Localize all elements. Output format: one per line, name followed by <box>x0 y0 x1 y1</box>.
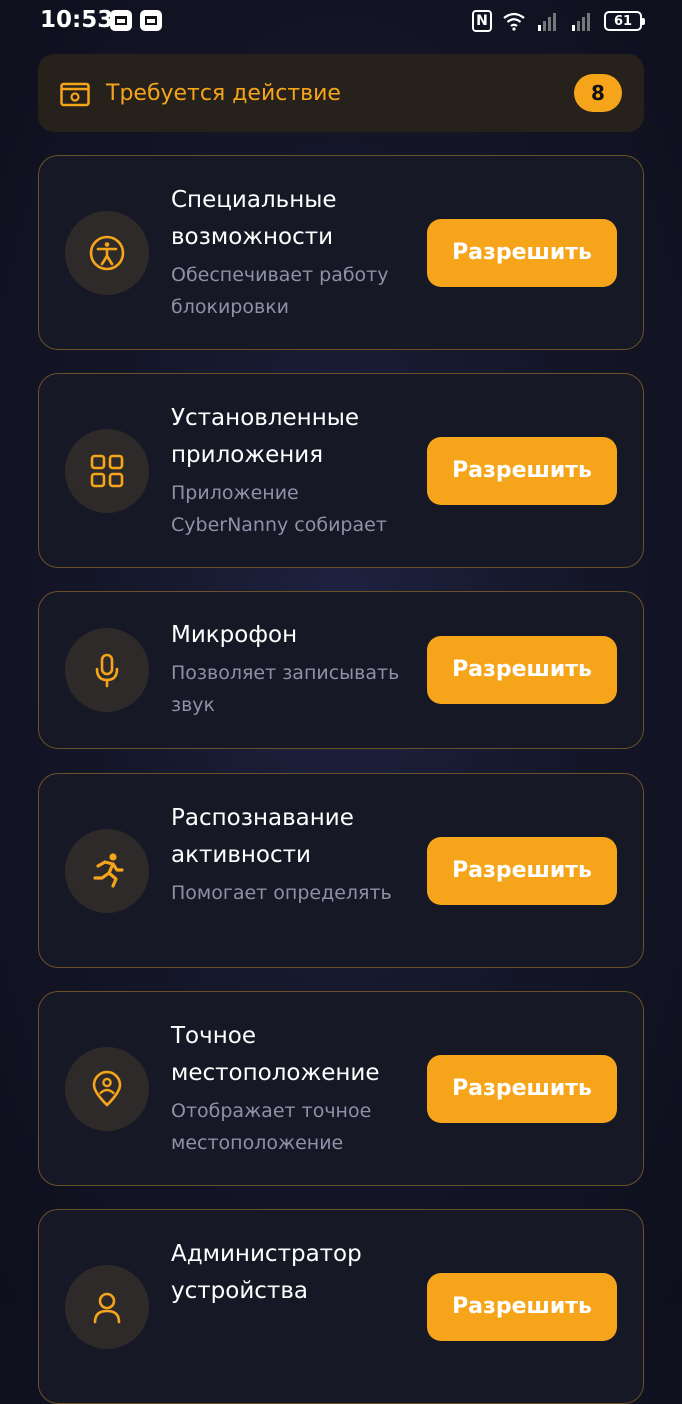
permission-title: Точное местоположение <box>171 1023 380 1086</box>
permission-text: Точное местоположение Отображает точное … <box>171 1018 416 1159</box>
permission-text: Специальные возможности Обеспечивает раб… <box>171 182 416 323</box>
permission-text: Микрофон Позволяет записывать звук <box>171 617 416 721</box>
permission-card-installed-apps: Установленные приложения Приложение Cybe… <box>38 373 644 568</box>
permission-title: Администратор устройства <box>171 1241 362 1304</box>
notification-app-icon <box>140 10 162 31</box>
allow-button[interactable]: Разрешить <box>427 837 617 905</box>
permission-title: Установленные приложения <box>171 405 360 468</box>
permission-description: Помогает определять <box>171 882 392 904</box>
location-person-icon <box>92 1070 122 1107</box>
permission-card-precise-location: Точное местоположение Отображает точное … <box>38 991 644 1186</box>
permission-card-microphone: Микрофон Позволяет записывать звук Разре… <box>38 591 644 749</box>
notification-box-icon <box>60 82 90 107</box>
allow-button[interactable]: Разрешить <box>427 1055 617 1123</box>
permission-text: Администратор устройства <box>171 1236 416 1310</box>
running-person-icon <box>93 853 124 888</box>
allow-button[interactable]: Разрешить <box>427 1273 617 1341</box>
permission-card-activity-recognition: Распознавание активности Помогает опреде… <box>38 773 644 968</box>
permission-icon-circle <box>65 429 149 513</box>
permission-title: Специальные возможности <box>171 187 337 250</box>
admin-icon <box>93 1292 121 1324</box>
cellular-signal-icon <box>538 13 556 31</box>
permissions-list: Специальные возможности Обеспечивает раб… <box>38 155 644 1404</box>
permission-card-accessibility: Специальные возможности Обеспечивает раб… <box>38 155 644 350</box>
status-bar: 10:53 N 61 <box>0 0 682 44</box>
permission-description: Позволяет записывать звук <box>171 662 400 716</box>
status-time: 10:53 <box>40 7 114 33</box>
permission-description: Обеспечивает работу блокировки <box>171 264 389 318</box>
allow-button[interactable]: Разрешить <box>427 219 617 287</box>
permission-title: Распознавание активности <box>171 805 354 868</box>
notification-app-icon <box>110 10 132 31</box>
permission-description: Отображает точное местоположение <box>171 1100 372 1154</box>
cellular-signal-icon <box>572 13 590 31</box>
battery-indicator: 61 <box>604 11 645 31</box>
allow-button[interactable]: Разрешить <box>427 636 617 704</box>
permission-icon-circle <box>65 1265 149 1349</box>
allow-button[interactable]: Разрешить <box>427 437 617 505</box>
permission-text: Установленные приложения Приложение Cybe… <box>171 400 416 541</box>
permission-icon-circle <box>65 1047 149 1131</box>
permission-icon-circle <box>65 829 149 913</box>
action-count-badge: 8 <box>574 74 622 112</box>
microphone-icon <box>95 653 119 688</box>
permission-icon-circle <box>65 211 149 295</box>
action-required-label: Требуется действие <box>106 81 341 106</box>
action-required-banner[interactable]: Требуется действие 8 <box>38 54 644 132</box>
permission-description: Приложение CyberNanny собирает <box>171 482 387 536</box>
permission-icon-circle <box>65 628 149 712</box>
accessibility-icon <box>89 235 125 271</box>
wifi-icon <box>503 12 525 31</box>
apps-grid-icon <box>90 454 124 488</box>
nfc-icon: N <box>472 10 492 32</box>
permission-card-device-admin: Администратор устройства Разрешить <box>38 1209 644 1404</box>
permission-title: Микрофон <box>171 622 298 648</box>
permission-text: Распознавание активности Помогает опреде… <box>171 800 416 909</box>
